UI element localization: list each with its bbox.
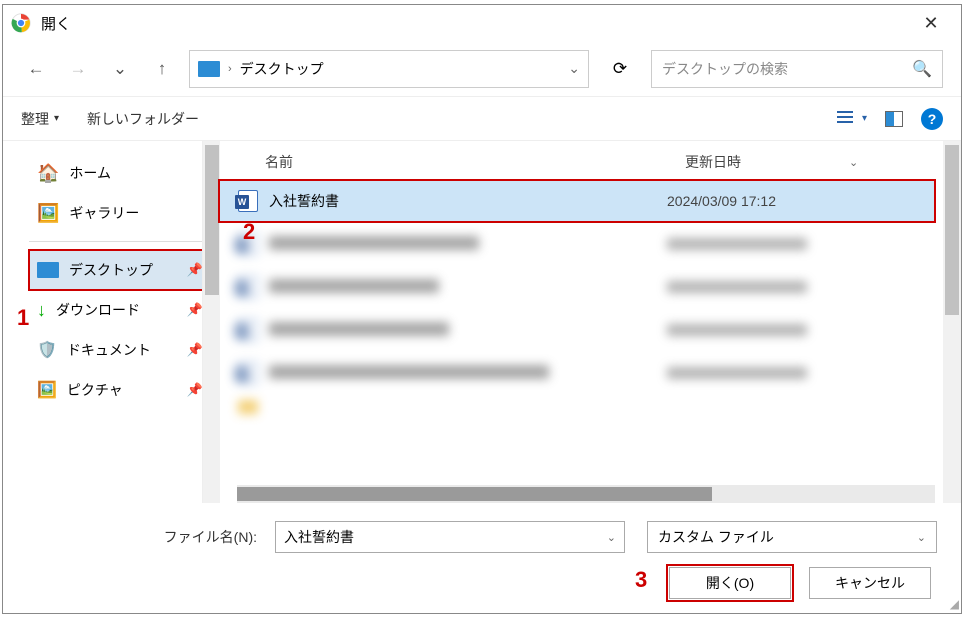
- file-row-selected[interactable]: 入社誓約書 2024/03/09 17:12: [219, 180, 935, 222]
- view-button[interactable]: ▾: [837, 111, 867, 127]
- close-button[interactable]: ✕: [909, 5, 953, 41]
- organize-label: 整理: [21, 109, 49, 129]
- up-button[interactable]: ↑: [147, 54, 177, 84]
- open-button[interactable]: 開く(O): [669, 567, 791, 599]
- breadcrumb-location[interactable]: デスクトップ: [240, 59, 324, 79]
- breadcrumb-separator-icon: ›: [228, 63, 232, 75]
- word-file-icon: [237, 362, 259, 384]
- chevron-down-icon: ▾: [54, 113, 59, 124]
- sidebar-item-desktop[interactable]: デスクトップ 📌: [29, 250, 211, 290]
- file-row[interactable]: [219, 352, 935, 394]
- scrollbar-thumb[interactable]: [237, 487, 712, 501]
- annotation-3: 3: [635, 567, 647, 593]
- document-icon: 🛡️: [37, 340, 57, 360]
- column-name[interactable]: 名前: [265, 152, 685, 172]
- cancel-button[interactable]: キャンセル: [809, 567, 931, 599]
- search-placeholder: デスクトップの検索: [662, 59, 912, 79]
- chevron-down-icon[interactable]: ⌄: [917, 531, 926, 544]
- sidebar-label: ピクチャ: [67, 380, 123, 400]
- file-row[interactable]: [219, 223, 935, 265]
- refresh-button[interactable]: ⟳: [601, 50, 639, 88]
- word-file-icon: [237, 190, 259, 212]
- sidebar-item-pictures[interactable]: 🖼️ ピクチャ 📌: [29, 370, 211, 410]
- help-button[interactable]: ?: [921, 108, 943, 130]
- scrollbar-thumb[interactable]: [945, 145, 959, 315]
- gallery-icon: 🖼️: [37, 203, 59, 224]
- titlebar: 開く ✕: [3, 5, 961, 41]
- button-row: 開く(O) キャンセル: [27, 567, 937, 599]
- pin-icon[interactable]: 📌: [187, 342, 203, 358]
- file-row[interactable]: [219, 266, 935, 308]
- file-name: 入社誓約書: [269, 191, 667, 211]
- home-icon: 🏠: [37, 163, 59, 184]
- organize-button[interactable]: 整理 ▾: [21, 109, 59, 129]
- horizontal-scrollbar[interactable]: [237, 485, 935, 503]
- recent-dropdown[interactable]: ⌄: [105, 54, 135, 84]
- file-row[interactable]: [219, 309, 935, 351]
- sidebar-label: ダウンロード: [56, 300, 140, 320]
- filename-input[interactable]: 入社誓約書 ⌄: [275, 521, 625, 553]
- filelist-scrollbar[interactable]: [943, 141, 961, 503]
- forward-button[interactable]: →: [63, 54, 93, 84]
- filename-value: 入社誓約書: [284, 527, 607, 547]
- sidebar-label: デスクトップ: [69, 260, 153, 280]
- sidebar-label: ギャラリー: [69, 203, 139, 223]
- sidebar-item-documents[interactable]: 🛡️ ドキュメント 📌: [29, 330, 211, 370]
- desktop-icon: [198, 61, 220, 77]
- file-date: 2024/03/09 17:12: [667, 193, 776, 209]
- pictures-icon: 🖼️: [37, 380, 57, 400]
- breadcrumb-dropdown-icon[interactable]: ⌄: [568, 60, 580, 77]
- back-button[interactable]: ←: [21, 54, 51, 84]
- column-date[interactable]: 更新日時 ⌄: [685, 152, 961, 172]
- sidebar-item-downloads[interactable]: ↓ ダウンロード 📌: [29, 290, 211, 330]
- pin-icon[interactable]: 📌: [187, 382, 203, 398]
- word-file-icon: [237, 319, 259, 341]
- file-list: 名前 更新日時 ⌄ 入社誓約書 2024/03/09 17:12: [219, 141, 961, 503]
- scrollbar-thumb[interactable]: [205, 145, 219, 295]
- search-input[interactable]: デスクトップの検索 🔍: [651, 50, 943, 88]
- download-icon: ↓: [37, 300, 46, 321]
- toolbar: 整理 ▾ 新しいフォルダー ▾ ?: [3, 97, 961, 141]
- list-view-icon: [837, 111, 857, 127]
- filename-label: ファイル名(N):: [27, 527, 267, 547]
- annotation-1: 1: [17, 305, 29, 331]
- chrome-icon: [11, 13, 31, 33]
- sidebar-label: ホーム: [69, 163, 111, 183]
- sidebar-divider: [29, 241, 211, 242]
- pin-icon[interactable]: 📌: [187, 302, 203, 318]
- new-folder-label: 新しいフォルダー: [87, 109, 199, 129]
- sidebar-label: ドキュメント: [67, 340, 151, 360]
- file-row[interactable]: [219, 395, 935, 419]
- nav-row: ← → ⌄ ↑ › デスクトップ ⌄ ⟳ デスクトップの検索 🔍: [3, 41, 961, 97]
- pin-icon[interactable]: 📌: [187, 262, 203, 278]
- filetype-value: カスタム ファイル: [658, 527, 917, 547]
- file-open-dialog: 開く ✕ ← → ⌄ ↑ › デスクトップ ⌄ ⟳ デスクトップの検索 🔍 整理…: [2, 4, 962, 614]
- sidebar-item-gallery[interactable]: 🖼️ ギャラリー: [29, 193, 211, 233]
- annotation-2: 2: [243, 219, 255, 245]
- chevron-down-icon[interactable]: ⌄: [607, 531, 616, 544]
- dialog-body: 🏠 ホーム 🖼️ ギャラリー デスクトップ 📌 ↓ ダウンロード 📌 🛡️ ドキ…: [3, 141, 961, 503]
- word-file-icon: [237, 276, 259, 298]
- sidebar: 🏠 ホーム 🖼️ ギャラリー デスクトップ 📌 ↓ ダウンロード 📌 🛡️ ドキ…: [3, 141, 219, 503]
- file-list-header: 名前 更新日時 ⌄: [219, 145, 961, 179]
- folder-icon: [237, 396, 259, 418]
- preview-pane-button[interactable]: [885, 111, 903, 127]
- resize-grip[interactable]: ◢: [950, 597, 959, 611]
- filetype-select[interactable]: カスタム ファイル ⌄: [647, 521, 937, 553]
- search-icon[interactable]: 🔍: [912, 59, 932, 79]
- dialog-title: 開く: [41, 13, 909, 34]
- dialog-footer: ファイル名(N): 入社誓約書 ⌄ カスタム ファイル ⌄ 開く(O) キャンセ…: [3, 503, 961, 607]
- chevron-down-icon: ▾: [862, 113, 867, 124]
- new-folder-button[interactable]: 新しいフォルダー: [87, 109, 199, 129]
- breadcrumb[interactable]: › デスクトップ ⌄: [189, 50, 589, 88]
- sidebar-scrollbar[interactable]: [202, 141, 220, 503]
- sidebar-item-home[interactable]: 🏠 ホーム: [29, 153, 211, 193]
- filename-row: ファイル名(N): 入社誓約書 ⌄ カスタム ファイル ⌄: [27, 521, 937, 553]
- desktop-icon: [37, 262, 59, 278]
- sort-indicator-icon: ⌄: [849, 156, 858, 169]
